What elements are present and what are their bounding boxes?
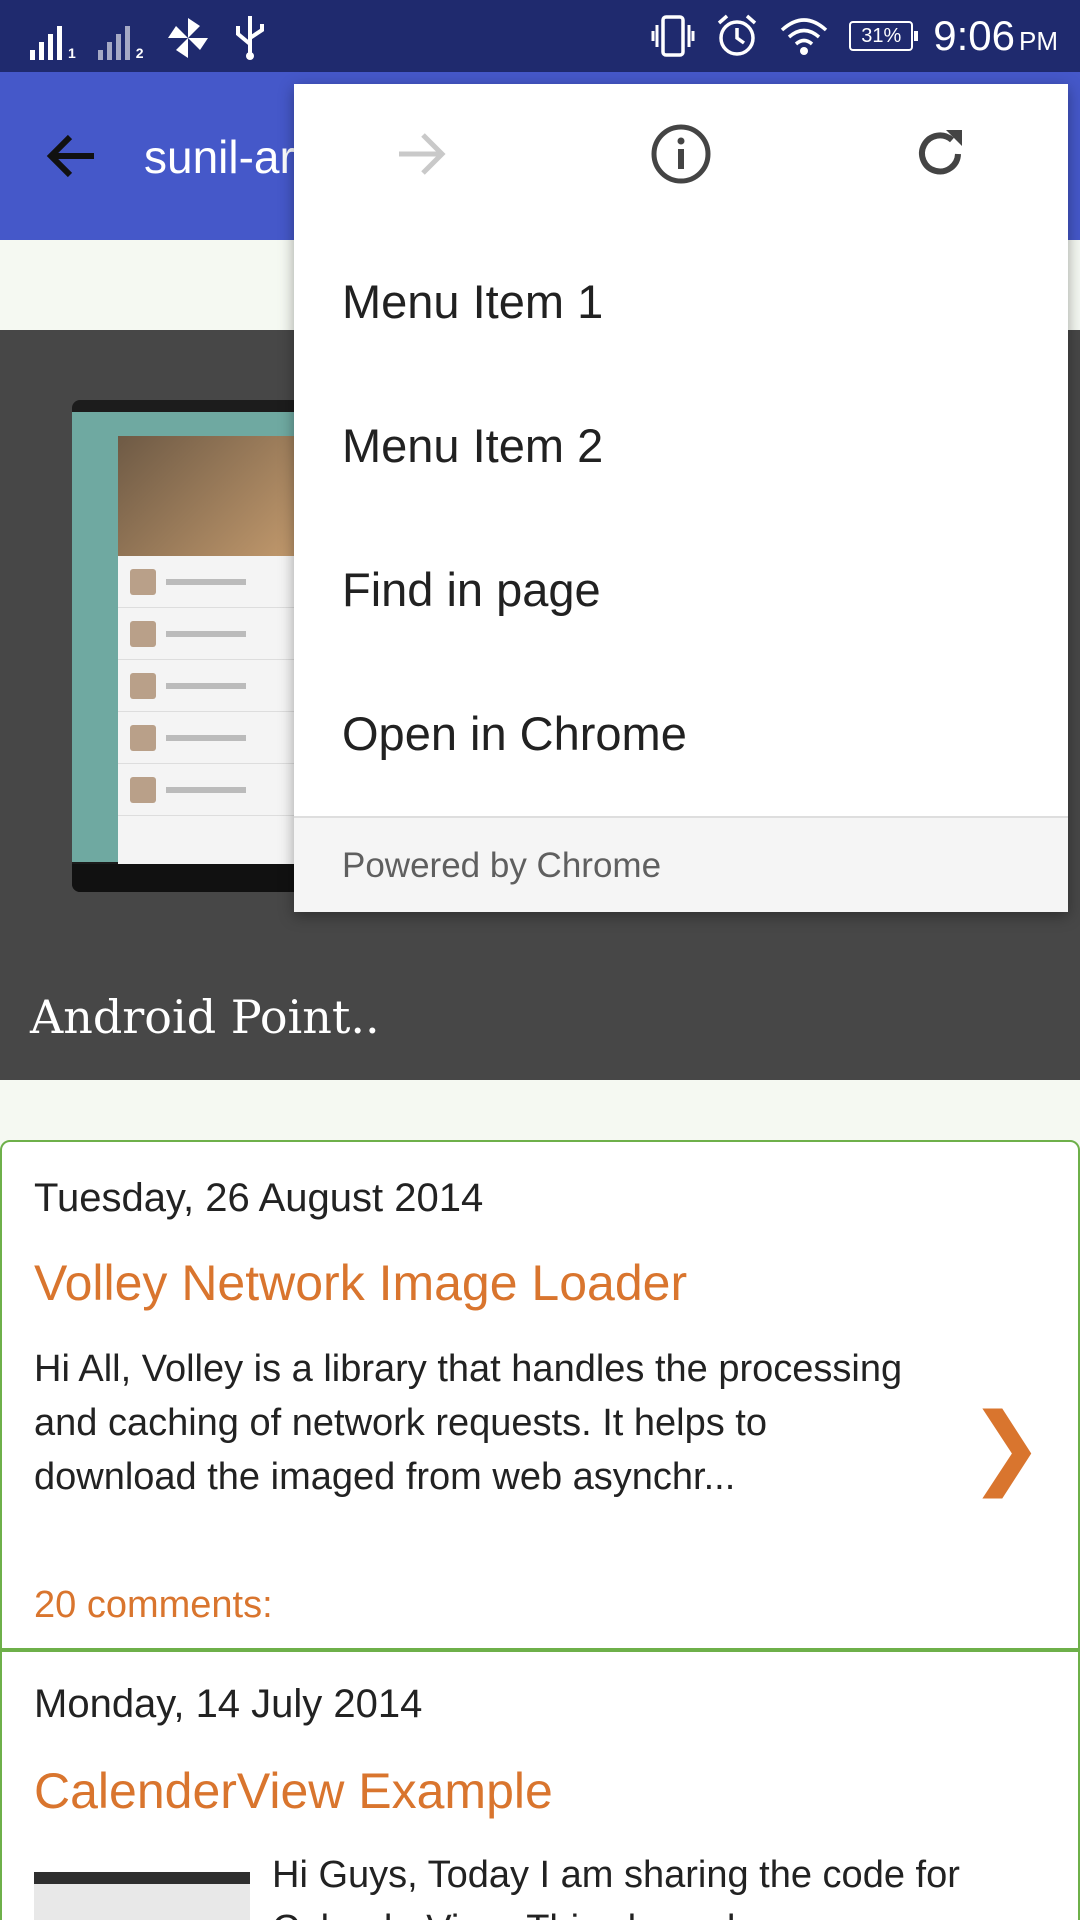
clock-ampm: PM	[1019, 26, 1058, 56]
menu-item-open-in-chrome[interactable]: Open in Chrome	[342, 706, 687, 761]
post-date: Tuesday, 26 August 2014	[34, 1176, 484, 1220]
status-left-icons: 1 2	[30, 14, 268, 60]
sim2-label: 2	[135, 45, 144, 61]
post-card[interactable]: Monday, 14 July 2014 CalenderView Exampl…	[0, 1650, 1080, 1920]
signal-icon: 1	[30, 22, 76, 60]
clock-time: 9:06	[933, 12, 1015, 59]
menu-item-find-in-page[interactable]: Find in page	[342, 562, 601, 617]
post-card[interactable]: Tuesday, 26 August 2014 Volley Network I…	[0, 1140, 1080, 1650]
pinwheel-icon	[167, 18, 208, 58]
overflow-menu: Menu Item 1 Menu Item 2 Find in page Ope…	[294, 84, 1068, 912]
wifi-icon	[781, 18, 828, 55]
post-excerpt: Hi All, Volley is a library that handles…	[34, 1348, 903, 1498]
post-title[interactable]: Volley Network Image Loader	[34, 1254, 687, 1312]
sim1-label: 1	[68, 45, 76, 61]
signal-icon: 2	[97, 22, 144, 61]
refresh-icon[interactable]	[908, 122, 972, 186]
toolbar-title: sunil-ar	[144, 131, 294, 183]
post-thumbnail	[34, 1872, 250, 1920]
alarm-icon	[718, 14, 757, 56]
usb-icon	[235, 16, 264, 60]
post-title[interactable]: CalenderView Example	[34, 1762, 553, 1820]
status-bar: 1 2 31% 9:06 PM	[0, 0, 1080, 72]
status-right-icons: 31% 9:06 PM	[651, 6, 1058, 66]
post-comments-link[interactable]: 20 comments:	[34, 1584, 273, 1627]
powered-by-label: Powered by Chrome	[342, 846, 662, 885]
post-date: Monday, 14 July 2014	[34, 1682, 423, 1726]
phone-screenshot-image	[72, 400, 302, 892]
menu-item-2[interactable]: Menu Item 2	[342, 418, 603, 473]
info-icon[interactable]	[649, 122, 713, 186]
chevron-right-icon[interactable]: ❯	[969, 1402, 1044, 1492]
vibrate-icon	[651, 15, 695, 57]
clock: 9:06 PM	[933, 12, 1058, 60]
menu-item-1[interactable]: Menu Item 1	[342, 274, 603, 329]
forward-icon[interactable]	[389, 122, 453, 186]
post-excerpt: Hi Guys, Today I am sharing the code for…	[272, 1854, 960, 1920]
back-arrow-icon[interactable]	[40, 124, 104, 188]
blog-title[interactable]: Android Point..	[30, 990, 380, 1044]
battery-level: 31%	[861, 25, 902, 47]
menu-icon-row	[294, 84, 1068, 224]
battery-icon: 31%	[849, 21, 919, 51]
menu-footer: Powered by Chrome	[294, 816, 1068, 912]
